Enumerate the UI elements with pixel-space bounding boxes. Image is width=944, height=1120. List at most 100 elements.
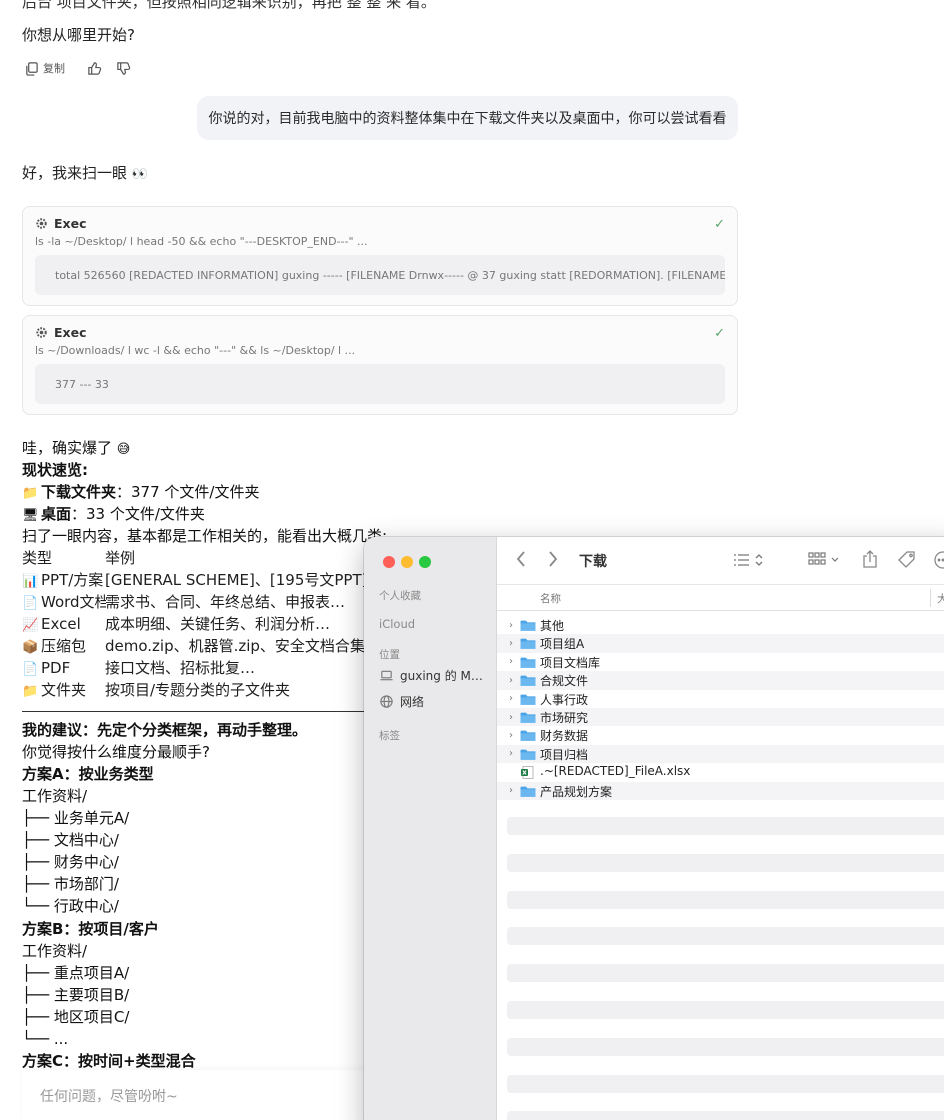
exec-command: ls ~/Downloads/ l wc -l && echo "---" &&…	[35, 344, 356, 357]
globe-icon	[380, 695, 393, 708]
view-options-button[interactable]	[733, 552, 767, 568]
group-button[interactable]	[808, 551, 844, 569]
grid-view-icon	[808, 552, 839, 565]
plan-a-title-text: 方案A：按业务类型	[22, 765, 154, 783]
message-text-cut: 后台 项目文件夹，但按照相同逻辑来识别，再把 整 整 来 看。	[22, 0, 436, 11]
sweat-smile-emoji-icon: 😅	[116, 442, 131, 457]
row-type: Word文档	[41, 593, 106, 611]
disclosure-chevron-icon[interactable]: ›	[509, 693, 513, 704]
file-row[interactable]: › 项目归档	[497, 744, 944, 764]
desktop-label: 桌面	[41, 505, 72, 523]
overview-title: 现状速览:	[22, 461, 88, 479]
row-example: 按项目/专题分类的子文件夹	[105, 681, 291, 699]
chart-up-emoji-icon: 📈	[22, 618, 39, 633]
column-separator[interactable]	[930, 589, 931, 607]
row-example: demo.zip、机器管.zip、安全文档合集…	[105, 637, 380, 655]
finder-sidebar: 个人收藏 iCloud 位置 guxing 的 M… 网络 标签	[364, 537, 497, 1120]
finder-window[interactable]: 个人收藏 iCloud 位置 guxing 的 M… 网络 标签 下载 名称 大…	[364, 537, 944, 1120]
plan-b-line: └── ...	[22, 1030, 69, 1048]
forward-button[interactable]	[547, 550, 559, 568]
disclosure-chevron-icon[interactable]: ›	[509, 785, 513, 796]
tag-button[interactable]	[897, 550, 917, 570]
row-type: 文件夹	[41, 681, 87, 699]
column-name-header[interactable]: 名称	[540, 591, 561, 606]
file-row[interactable]: › 产品规划方案	[497, 781, 944, 800]
disclosure-chevron-icon[interactable]: ›	[509, 656, 513, 667]
desktop-value: ：33 个文件/文件夹	[71, 505, 205, 523]
sidebar-item-network[interactable]: 网络	[379, 693, 424, 710]
folder-emoji-icon: 📁	[22, 684, 39, 699]
disclosure-chevron-icon[interactable]: ›	[509, 712, 513, 723]
plan-a-line: ├── 市场部门/	[22, 875, 119, 893]
laptop-icon	[380, 670, 393, 681]
document-emoji-icon: 📄	[22, 662, 39, 677]
disclosure-chevron-icon[interactable]: ›	[509, 748, 513, 759]
file-row[interactable]: › 项目组A	[497, 634, 944, 653]
share-button[interactable]	[861, 549, 879, 569]
file-row[interactable]: › 市场研究	[497, 708, 944, 727]
file-name: 财务数据	[540, 729, 589, 744]
sidebar-item-icloud[interactable]: iCloud	[379, 617, 415, 631]
thumbs-down-button[interactable]	[116, 61, 131, 76]
exec-header: Exec	[35, 216, 87, 231]
copy-icon	[26, 61, 38, 76]
more-icon	[934, 551, 944, 569]
finder-title: 下载	[579, 554, 607, 570]
more-button[interactable]	[933, 550, 944, 570]
downloads-value: ：377 个文件/文件夹	[116, 483, 260, 501]
file-row[interactable]: › 人事行政	[497, 690, 944, 708]
plan-a-line: └── 行政中心/	[22, 897, 119, 915]
close-button[interactable]	[383, 556, 395, 568]
back-button[interactable]	[515, 550, 527, 568]
zoom-button[interactable]	[419, 556, 431, 568]
thumbs-up-button[interactable]	[87, 61, 102, 76]
downloads-summary: 📁 下载文件夹：377 个文件/文件夹	[22, 481, 259, 505]
folder-icon	[520, 712, 536, 723]
sidebar-item-computer[interactable]: guxing 的 M…	[379, 667, 483, 684]
chat-input[interactable]: 任何问题，尽管吩咐~	[22, 1070, 382, 1120]
file-row[interactable]: .~[REDACTED]_FileA.xlsx	[497, 763, 944, 781]
check-icon: ✓	[714, 326, 725, 341]
exec-block[interactable]: Exec ls ~/Downloads/ l wc -l && echo "--…	[22, 315, 738, 415]
file-row[interactable]: › 合规文件	[497, 671, 944, 690]
column-header: 名称 大	[497, 585, 944, 611]
user-message-text: 你说的对，目前我电脑中的资料整体集中在下载文件夹以及桌面中，你可以尝试看看	[208, 111, 727, 127]
folder-icon	[520, 749, 536, 760]
divider	[22, 711, 382, 712]
folder-icon	[520, 694, 536, 705]
copy-button[interactable]: 复制	[24, 60, 65, 76]
plan-b-title-text: 方案B：按项目/客户	[22, 920, 159, 938]
skeleton-row	[507, 817, 944, 835]
file-row[interactable]: › 财务数据	[497, 726, 944, 744]
chevron-right-icon	[549, 551, 558, 567]
exec-command: ls -la ~/Desktop/ l head -50 && echo "--…	[35, 235, 368, 248]
ask-line: 你觉得按什么维度分最顺手?	[22, 743, 210, 761]
exec-block[interactable]: Exec ls -la ~/Desktop/ l head -50 && ech…	[22, 206, 738, 306]
disclosure-chevron-icon[interactable]: ›	[509, 620, 513, 631]
chat-input-placeholder: 任何问题，尽管吩咐~	[40, 1089, 178, 1105]
thumbs-down-icon	[117, 61, 131, 75]
file-row[interactable]: › 项目文档库	[497, 653, 944, 671]
disclosure-chevron-icon[interactable]: ›	[509, 730, 513, 741]
sidebar-header-locations: 位置	[379, 649, 400, 661]
folder-icon	[520, 675, 536, 686]
file-row[interactable]: › 其他	[497, 616, 944, 634]
skeleton-row	[507, 890, 944, 909]
file-name: 项目文档库	[540, 655, 601, 670]
disclosure-chevron-icon[interactable]: ›	[509, 638, 513, 649]
disclosure-chevron-icon[interactable]: ›	[509, 675, 513, 686]
wow-line: 哇，确实爆了 😅	[22, 437, 130, 461]
plan-c-title-text: 方案C：按时间+类型混合	[22, 1052, 196, 1070]
eyes-emoji-icon: 👀	[131, 167, 148, 182]
exec-title: Exec	[54, 216, 87, 231]
skeleton-row	[507, 964, 944, 983]
finder-content: 下载 名称 大 › 其他 › 项目组A › 项目文档库 › 合规文件 › 人事行政 › 市场研究 › 财务…	[497, 537, 944, 1120]
minimize-button[interactable]	[401, 556, 413, 568]
list-view-icon	[734, 554, 763, 566]
table-header-type: 类型	[22, 549, 53, 567]
file-name: 市场研究	[540, 711, 589, 725]
plan-b-line: ├── 重点项目A/	[22, 964, 130, 982]
bar-chart-emoji-icon: 📊	[22, 574, 39, 589]
column-size-header[interactable]: 大	[937, 591, 944, 606]
file-name: 合规文件	[540, 674, 589, 689]
